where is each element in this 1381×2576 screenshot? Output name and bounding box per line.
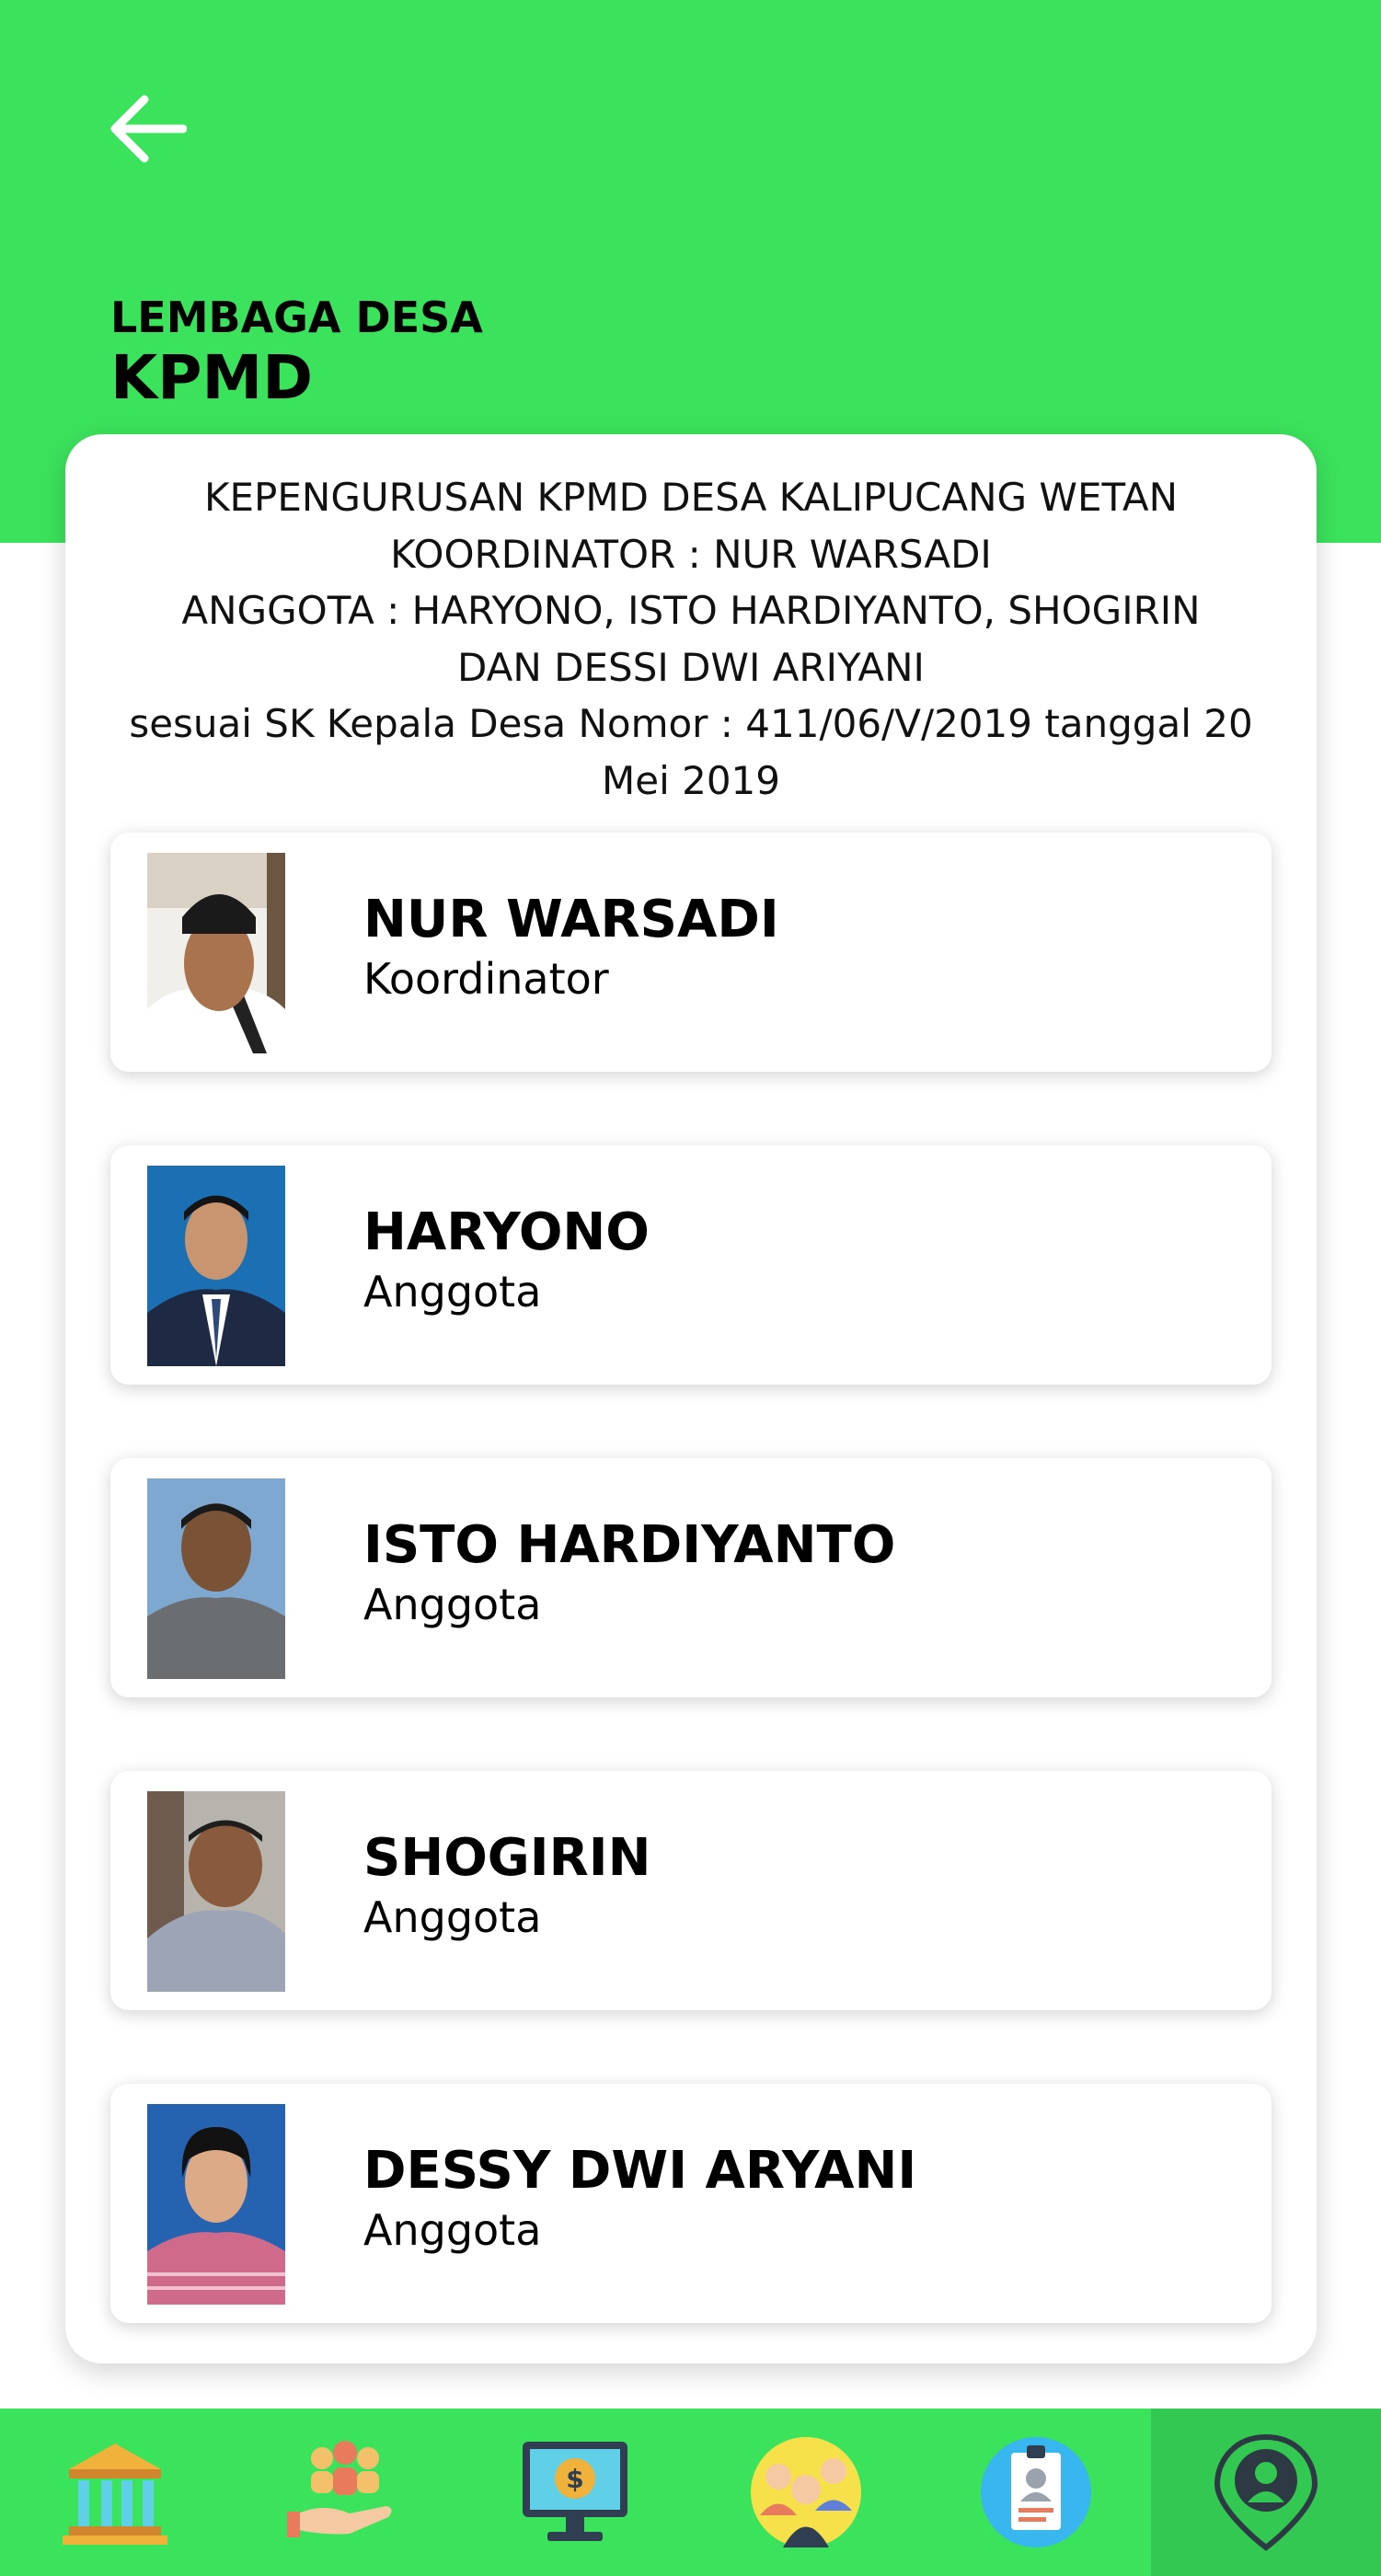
member-photo [147, 1166, 285, 1366]
member-name: ISTO HARDIYANTO [363, 1515, 896, 1575]
member-photo [147, 1791, 285, 1992]
member-role: Anggota [363, 2205, 542, 2255]
monitor-dollar-icon: $ [523, 2442, 628, 2541]
description: KEPENGURUSAN KPMD DESA KALIPUCANG WETAN … [102, 469, 1280, 809]
bank-building-icon [63, 2444, 168, 2545]
member-name: HARYONO [363, 1202, 650, 1262]
member-role: Anggota [363, 1267, 542, 1317]
member-photo [147, 1478, 285, 1679]
back-button[interactable] [101, 87, 193, 170]
member-card[interactable]: ISTO HARDIYANTO Anggota [110, 1458, 1272, 1697]
location-person-icon [1214, 2433, 1318, 2551]
member-card[interactable]: SHOGIRIN Anggota [110, 1771, 1272, 2010]
description-line: ANGGOTA : HARYONO, ISTO HARDIYANTO, SHOG… [181, 588, 1201, 690]
member-role: Anggota [363, 1580, 542, 1629]
member-role: Anggota [363, 1892, 542, 1942]
nav-item-profile[interactable] [921, 2409, 1151, 2576]
member-name: NUR WARSADI [363, 890, 779, 949]
content-card: KEPENGURUSAN KPMD DESA KALIPUCANG WETAN … [65, 434, 1317, 2363]
page-title: KPMD [110, 342, 313, 413]
nav-item-location[interactable] [1150, 2409, 1381, 2576]
member-role: Koordinator [363, 954, 609, 1004]
nav-item-institutions[interactable] [691, 2409, 921, 2576]
community-hand-icon [287, 2441, 392, 2537]
description-line: sesuai SK Kepala Desa Nomor : 411/06/V/2… [129, 701, 1253, 803]
nav-item-community[interactable] [230, 2409, 460, 2576]
people-group-icon [750, 2437, 861, 2547]
description-line: KOORDINATOR : NUR WARSADI [390, 531, 992, 577]
member-name: DESSY DWI ARYANI [363, 2141, 917, 2201]
id-badge-icon [980, 2437, 1091, 2547]
member-photo [147, 853, 285, 1053]
member-name: SHOGIRIN [363, 1828, 651, 1888]
arrow-left-icon [110, 95, 187, 163]
nav-item-finance[interactable]: $ [460, 2409, 690, 2576]
member-photo [147, 2104, 285, 2305]
bottom-nav: $ [0, 2409, 1381, 2576]
member-card[interactable]: DESSY DWI ARYANI Anggota [110, 2084, 1272, 2323]
description-line: KEPENGURUSAN KPMD DESA KALIPUCANG WETAN [203, 475, 1179, 520]
svg-text:$: $ [567, 2464, 584, 2494]
nav-item-village[interactable] [0, 2409, 230, 2576]
header-subtitle: LEMBAGA DESA [110, 293, 483, 342]
member-card[interactable]: NUR WARSADI Koordinator [110, 833, 1272, 1072]
member-card[interactable]: HARYONO Anggota [110, 1145, 1272, 1385]
